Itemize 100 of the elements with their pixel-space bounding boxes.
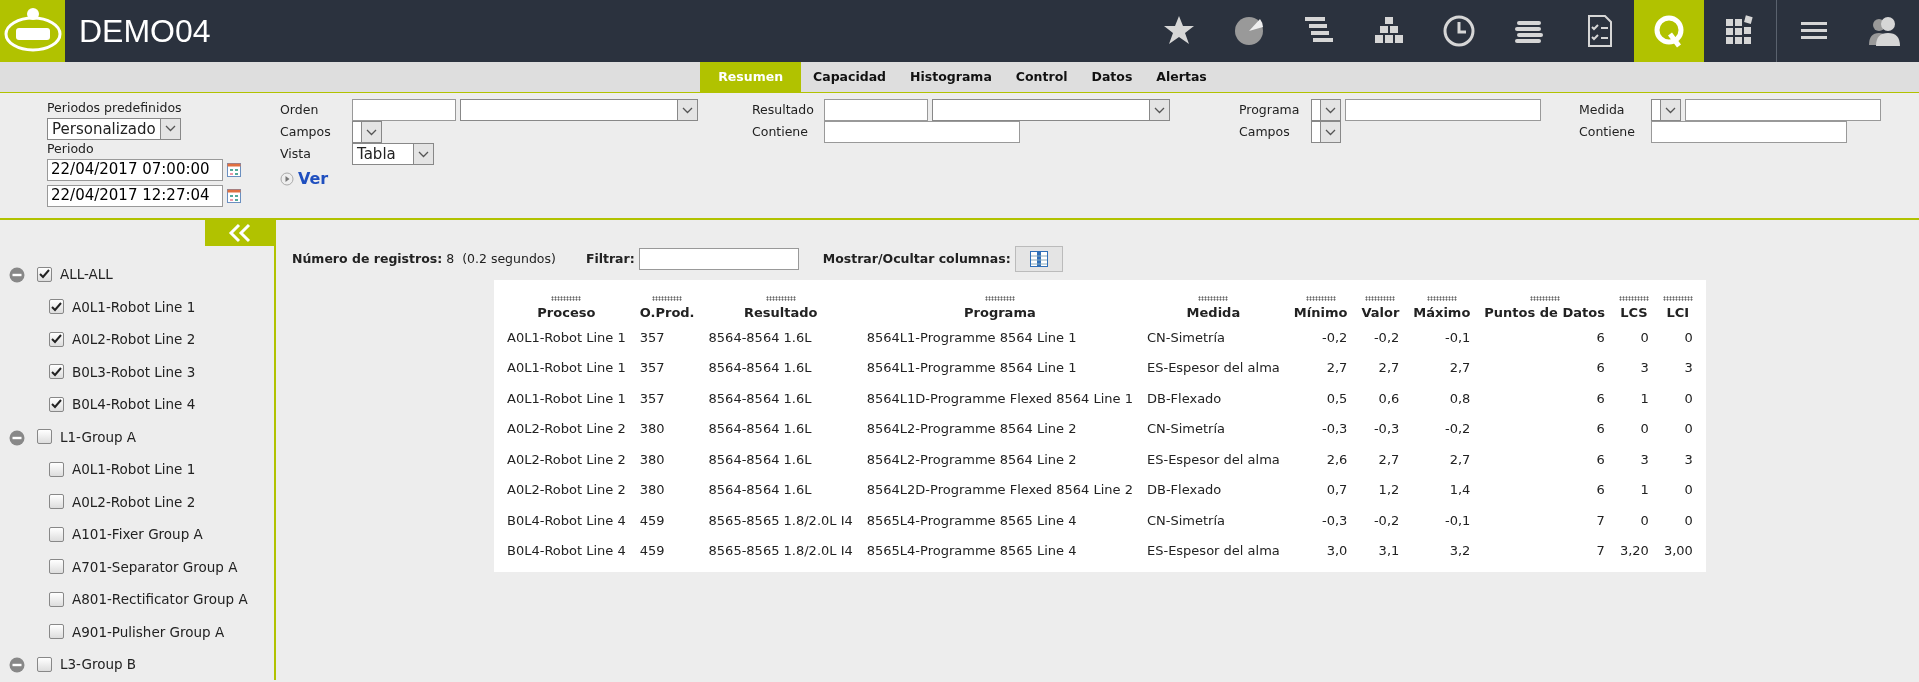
text-field[interactable]: [352, 99, 456, 121]
text-field[interactable]: [824, 121, 1020, 143]
column-header[interactable]: Máximo: [1413, 302, 1471, 322]
dropdown[interactable]: [352, 121, 382, 143]
toolbar-tab[interactable]: [1634, 0, 1704, 62]
filter-field[interactable]: [638, 248, 799, 270]
table-cell-text: A0L1-Robot Line 1: [506, 359, 627, 377]
dropdown[interactable]: Tabla: [352, 143, 434, 165]
column-header[interactable]: Puntos de Datos: [1484, 302, 1605, 322]
tree-item-label[interactable]: A801-Rectificator Group A: [72, 589, 248, 610]
checkbox[interactable]: [49, 494, 64, 510]
date-field[interactable]: 22/04/2017 12:27:04: [47, 184, 223, 207]
column-grip-icon[interactable]: [765, 295, 796, 301]
checkbox[interactable]: [49, 526, 64, 542]
calendar-icon[interactable]: [227, 186, 241, 205]
table-cell-text: 3,0: [1325, 542, 1349, 560]
caret-icon: [413, 144, 433, 164]
tree-item-label[interactable]: A0L2-Robot Line 2: [72, 329, 196, 350]
table-cell-text: 8564-8564 1.6L: [707, 481, 813, 499]
column-header[interactable]: Programa: [866, 302, 1133, 322]
collapse-button[interactable]: [205, 220, 275, 246]
table-cell-text: 3,1: [1377, 542, 1401, 560]
tree-item-label[interactable]: B0L3-Robot Line 3: [72, 361, 196, 382]
checkbox[interactable]: [49, 461, 64, 477]
tree-item-label[interactable]: L1-Group A: [60, 426, 137, 447]
table-cell-text: A0L2-Robot Line 2: [506, 450, 627, 469]
table-cell-text: 8564L1D-Programme Flexed 8564 Line 1: [865, 389, 1134, 408]
column-header[interactable]: LCI: [1662, 302, 1693, 322]
column-grip-icon[interactable]: [984, 295, 1015, 301]
table-cell-text: CN-Simetría: [1145, 420, 1226, 438]
dropdown[interactable]: [1311, 99, 1341, 121]
column-grip-icon[interactable]: [1618, 295, 1649, 301]
tab[interactable]: Alertas: [1144, 62, 1219, 92]
columns-icon: [1029, 251, 1048, 267]
column-grip-icon[interactable]: [1365, 295, 1396, 301]
column-header[interactable]: LCS: [1618, 302, 1649, 322]
column-grip-icon[interactable]: [1662, 295, 1693, 301]
tree-item-label[interactable]: A0L1-Robot Line 1: [72, 459, 196, 480]
dropdown[interactable]: Personalizado: [47, 117, 181, 140]
tree-item-label[interactable]: ALL-ALL: [60, 264, 113, 285]
column-grip-icon[interactable]: [652, 295, 683, 301]
field-label: Orden: [280, 100, 320, 119]
table-cell-text: 6: [1595, 389, 1606, 408]
column-grip-icon[interactable]: [551, 295, 582, 301]
tree-item-label[interactable]: A0L1-Robot Line 1: [72, 296, 196, 317]
checkbox[interactable]: [49, 624, 64, 640]
checkbox[interactable]: [37, 656, 52, 672]
column-header[interactable]: O.Prod.: [639, 302, 695, 322]
text-field[interactable]: [1345, 99, 1541, 121]
checkbox[interactable]: [49, 331, 64, 347]
tree-item-label[interactable]: A0L2-Robot Line 2: [72, 491, 196, 512]
dropdown[interactable]: [460, 99, 698, 121]
column-grip-icon[interactable]: [1198, 295, 1229, 301]
tree-item-label[interactable]: A101-Fixer Group A: [72, 524, 203, 545]
checkbox[interactable]: [49, 591, 64, 607]
field-label: Contiene: [752, 122, 809, 141]
checkbox[interactable]: [49, 299, 64, 315]
table-cell-text: 2,7: [1377, 359, 1401, 377]
tab[interactable]: Datos: [1079, 62, 1145, 92]
checkbox[interactable]: [49, 396, 64, 412]
column-grip-icon[interactable]: [1426, 295, 1457, 301]
table-cell-text: 459: [638, 511, 666, 530]
tab[interactable]: Histograma: [898, 62, 1004, 92]
column-header[interactable]: Medida: [1146, 302, 1280, 322]
table-cell-text: A0L1-Robot Line 1: [506, 328, 627, 347]
ver-link[interactable]: Ver: [298, 167, 329, 191]
checkbox[interactable]: [37, 429, 52, 445]
tab[interactable]: Control: [1003, 62, 1080, 92]
checkbox[interactable]: [37, 266, 52, 282]
tree-item-label[interactable]: B0L4-Robot Line 4: [72, 394, 196, 415]
table-cell-text: -0,2: [1372, 511, 1401, 530]
column-header[interactable]: Mínimo: [1293, 302, 1348, 322]
tree-item-label[interactable]: A901-Pulisher Group A: [72, 621, 225, 642]
dropdown[interactable]: [1651, 99, 1681, 121]
checkbox[interactable]: [49, 364, 64, 380]
table-cell-text: -0,3: [1372, 420, 1401, 438]
dropdown[interactable]: [1311, 121, 1341, 143]
caret-icon: [361, 122, 381, 142]
dropdown[interactable]: [932, 99, 1170, 121]
clock-icon[interactable]: [1441, 13, 1477, 49]
tree-item-label[interactable]: L3-Group B: [60, 654, 137, 675]
column-header[interactable]: Proceso: [507, 302, 626, 322]
calendar-icon[interactable]: [227, 160, 241, 179]
columns-button[interactable]: [1014, 246, 1063, 272]
tree-item-label[interactable]: A701-Separator Group A: [72, 556, 238, 577]
date-field[interactable]: 22/04/2017 07:00:00: [47, 158, 223, 181]
text-field[interactable]: [1651, 121, 1847, 143]
text-field[interactable]: [824, 99, 928, 121]
checkbox[interactable]: [49, 559, 64, 575]
column-header[interactable]: Resultado: [708, 302, 853, 322]
column-header[interactable]: Valor: [1361, 302, 1400, 322]
tab[interactable]: Capacidad: [801, 62, 899, 92]
text-field[interactable]: [1685, 99, 1881, 121]
play-icon: [280, 169, 294, 189]
table-cell-text: ES-Espesor del alma: [1145, 450, 1281, 469]
caret-icon: [1320, 100, 1340, 120]
table-cell-text: 6: [1595, 450, 1606, 469]
column-grip-icon[interactable]: [1529, 295, 1560, 301]
table-cell-text: 0: [1683, 389, 1694, 408]
column-grip-icon[interactable]: [1305, 295, 1336, 301]
